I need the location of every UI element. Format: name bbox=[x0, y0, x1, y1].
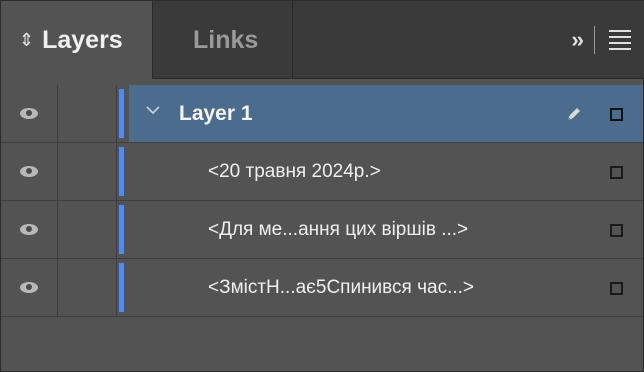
panel-menu-icon[interactable] bbox=[609, 30, 631, 50]
layer-row[interactable]: Layer 1 bbox=[1, 85, 643, 143]
tab-links[interactable]: Links bbox=[153, 1, 293, 79]
selection-box[interactable] bbox=[610, 108, 623, 121]
layer-color-bar bbox=[119, 89, 124, 138]
item-name-area[interactable]: <Для ме...ання цих віршів ...> bbox=[129, 201, 643, 258]
panel-actions: ›› bbox=[571, 1, 644, 79]
tab-links-label: Links bbox=[193, 25, 259, 54]
item-name-area[interactable]: <20 травня 2024р.> bbox=[129, 143, 643, 200]
pen-icon bbox=[565, 105, 583, 123]
layer-list: Layer 1 <20 травня 2024р.> <Для ме...анн… bbox=[1, 85, 643, 317]
visibility-toggle[interactable] bbox=[1, 259, 58, 316]
up-down-arrows-icon[interactable]: ⇕ bbox=[19, 30, 34, 51]
layer-name: Layer 1 bbox=[179, 102, 253, 125]
visibility-toggle[interactable] bbox=[1, 85, 58, 142]
eye-icon bbox=[20, 166, 38, 177]
eye-icon bbox=[20, 108, 38, 119]
layers-panel: ⇕ Layers Links ›› Layer 1 <20 травня 202… bbox=[0, 0, 644, 372]
eye-icon bbox=[20, 282, 38, 293]
lock-toggle[interactable] bbox=[58, 85, 117, 142]
panel-tab-bar: ⇕ Layers Links ›› bbox=[1, 1, 644, 79]
divider bbox=[594, 26, 595, 54]
layer-color-bar bbox=[119, 263, 124, 312]
lock-toggle[interactable] bbox=[58, 143, 117, 200]
eye-icon bbox=[20, 224, 38, 235]
lock-toggle[interactable] bbox=[58, 259, 117, 316]
lock-toggle[interactable] bbox=[58, 201, 117, 258]
selection-box[interactable] bbox=[610, 224, 623, 237]
item-name: <20 травня 2024р.> bbox=[208, 161, 381, 182]
item-name: <ЗмістН...ає5Спинився час...> bbox=[208, 277, 475, 298]
collapse-panel-button[interactable]: ›› bbox=[571, 27, 584, 53]
layer-item-row[interactable]: <20 травня 2024р.> bbox=[1, 143, 643, 201]
layer-name-area[interactable]: Layer 1 bbox=[129, 85, 643, 142]
selection-box[interactable] bbox=[610, 166, 623, 179]
item-name: <Для ме...ання цих віршів ...> bbox=[208, 219, 469, 240]
item-name-area[interactable]: <ЗмістН...ає5Спинився час...> bbox=[129, 259, 643, 316]
tab-layers[interactable]: ⇕ Layers bbox=[1, 1, 153, 79]
tab-layers-label: Layers bbox=[42, 25, 123, 54]
layer-color-bar bbox=[119, 205, 124, 254]
layer-item-row[interactable]: <Для ме...ання цих віршів ...> bbox=[1, 201, 643, 259]
visibility-toggle[interactable] bbox=[1, 143, 58, 200]
layer-color-bar bbox=[119, 147, 124, 196]
selection-box[interactable] bbox=[610, 282, 623, 295]
chevron-down-icon[interactable] bbox=[145, 102, 161, 120]
layer-item-row[interactable]: <ЗмістН...ає5Спинився час...> bbox=[1, 259, 643, 317]
visibility-toggle[interactable] bbox=[1, 201, 58, 258]
